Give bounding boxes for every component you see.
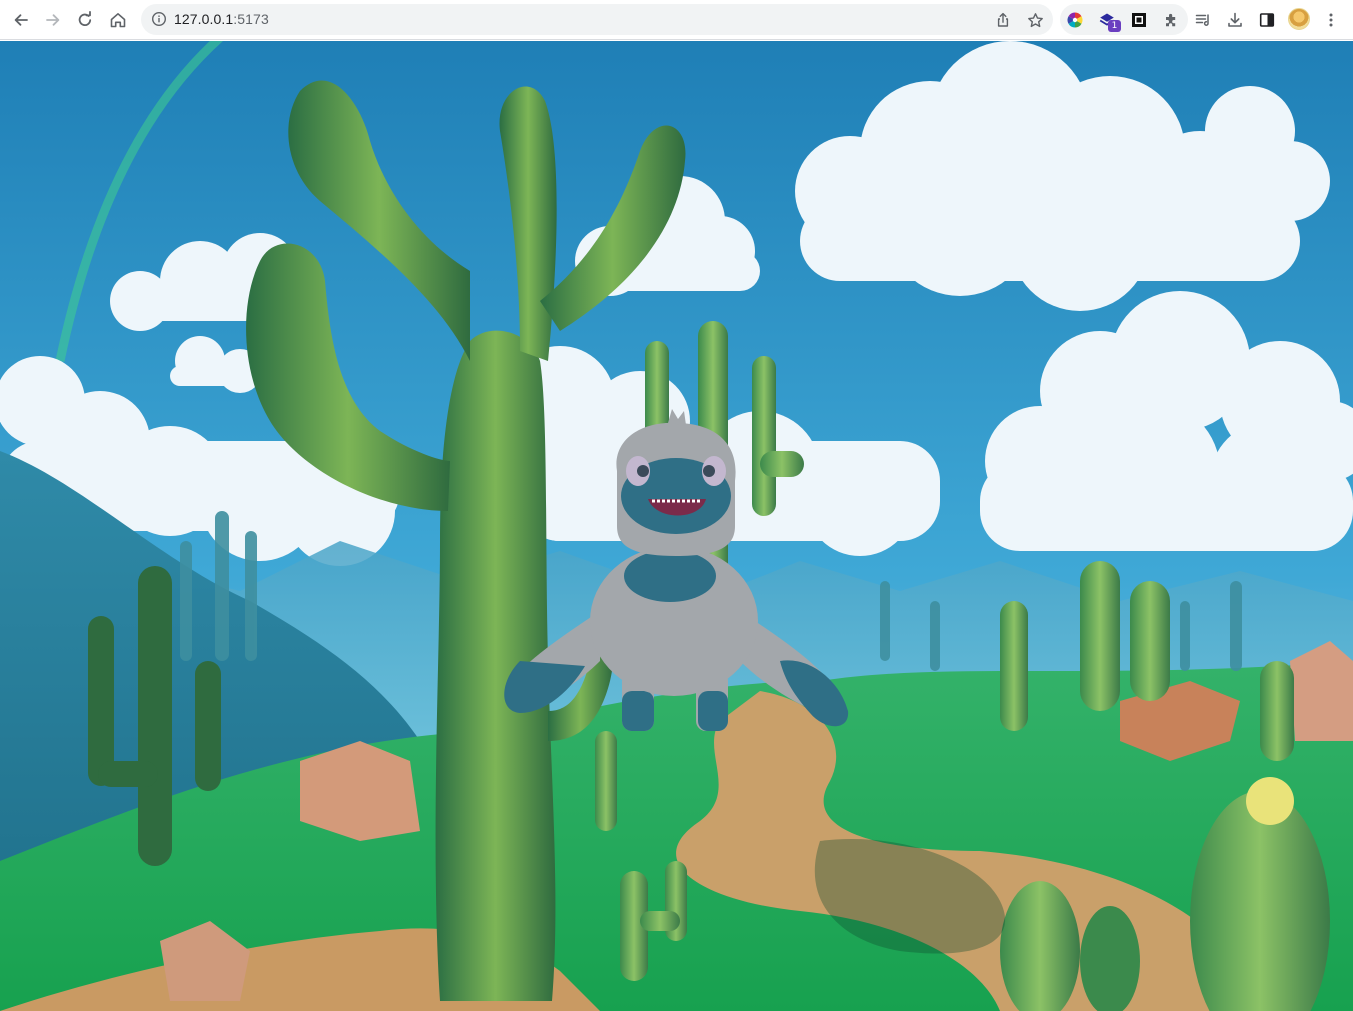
square-frame-icon	[1132, 13, 1146, 27]
back-button[interactable]	[7, 6, 35, 34]
reload-icon	[78, 11, 92, 26]
extensions-menu-button[interactable]	[1157, 6, 1185, 34]
browser-menu-button[interactable]	[1317, 6, 1345, 34]
puzzle-icon	[1165, 13, 1175, 26]
share-icon	[997, 12, 1009, 27]
url-host: 127.0.0.1	[174, 11, 234, 27]
downloads-button[interactable]	[1221, 6, 1249, 34]
arrow-left-icon	[14, 14, 28, 26]
home-button[interactable]	[104, 6, 132, 34]
color-wheel-icon	[1067, 12, 1083, 28]
home-icon	[110, 13, 126, 28]
side-panel-icon	[1259, 13, 1275, 27]
star-icon	[1027, 12, 1043, 27]
bookmark-button[interactable]	[1024, 9, 1046, 31]
arrow-right-icon	[46, 14, 60, 26]
color-extension-button[interactable]	[1061, 6, 1089, 34]
browser-toolbar: 127.0.0.1:5173 1	[0, 0, 1353, 40]
info-icon[interactable]	[151, 11, 167, 27]
extension-badge: 1	[1108, 20, 1121, 32]
url-port: :5173	[233, 11, 269, 27]
page-viewport	[0, 41, 1353, 1011]
forward-button[interactable]	[39, 6, 67, 34]
reading-list-button[interactable]	[1189, 6, 1217, 34]
avatar[interactable]	[1288, 8, 1310, 30]
kebab-menu-icon	[1329, 13, 1333, 27]
reload-button[interactable]	[71, 6, 99, 34]
game-canvas[interactable]	[0, 41, 1353, 1011]
download-icon	[1228, 12, 1242, 27]
square-extension-button[interactable]	[1125, 6, 1153, 34]
address-bar[interactable]: 127.0.0.1:5173	[141, 4, 1053, 35]
side-panel-button[interactable]	[1253, 6, 1281, 34]
share-button[interactable]	[992, 9, 1014, 31]
reading-list-icon	[1195, 14, 1209, 26]
url-text[interactable]: 127.0.0.1:5173	[174, 11, 269, 28]
